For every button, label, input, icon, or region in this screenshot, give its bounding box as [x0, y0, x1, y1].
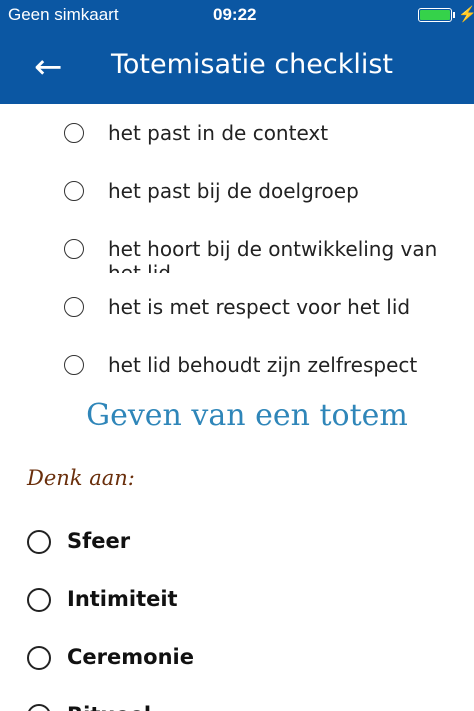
- radio-button[interactable]: [64, 181, 84, 201]
- checklist-item[interactable]: het lid behoudt zijn zelfrespect: [64, 353, 464, 403]
- checklist-item[interactable]: het hoort bij de ontwikkeling van het li…: [64, 237, 464, 273]
- radio-button[interactable]: [64, 355, 84, 375]
- status-bar: Geen simkaart 09:22 ⚡: [0, 0, 474, 30]
- arrow-left-icon: ←: [34, 47, 63, 87]
- battery-tip: [453, 12, 455, 18]
- radio-button[interactable]: [64, 123, 84, 143]
- checklist-item[interactable]: het is met respect voor het lid: [64, 295, 464, 329]
- checklist-content[interactable]: het past in de context het past bij de d…: [0, 104, 474, 711]
- consideration-label: Ritueel: [67, 702, 151, 711]
- carrier-label: Geen simkaart: [8, 5, 119, 24]
- consideration-label: Ceremonie: [67, 645, 194, 669]
- radio-button[interactable]: [27, 530, 51, 554]
- checklist-item-label: het lid behoudt zijn zelfrespect: [108, 353, 418, 377]
- consideration-label: Intimiteit: [67, 587, 178, 611]
- radio-button[interactable]: [27, 704, 51, 711]
- consideration-item[interactable]: Ritueel: [27, 700, 447, 711]
- checklist-item-label: het past in de context: [108, 121, 329, 145]
- page-title: Totemisatie checklist: [111, 49, 394, 80]
- radio-button[interactable]: [27, 646, 51, 670]
- app-header: Geen simkaart 09:22 ⚡ ← Totemisatie chec…: [0, 0, 474, 104]
- section-title: Geven van een totem: [86, 398, 408, 433]
- radio-button[interactable]: [64, 239, 84, 259]
- battery-level: [420, 10, 450, 20]
- checklist-item-label: het hoort bij de ontwikkeling van het li…: [108, 237, 438, 273]
- checklist-item-label: het is met respect voor het lid: [108, 295, 411, 319]
- checklist-item-label: het past bij de doelgroep: [108, 179, 359, 203]
- battery-icon: [418, 8, 452, 22]
- checklist-item[interactable]: het past in de context: [64, 121, 464, 171]
- consideration-item[interactable]: Sfeer: [27, 526, 447, 560]
- clock: 09:22: [213, 5, 257, 24]
- consideration-item[interactable]: Intimiteit: [27, 584, 447, 618]
- consideration-label: Sfeer: [67, 529, 131, 553]
- checklist-item[interactable]: het past bij de doelgroep: [64, 179, 464, 229]
- charging-icon: ⚡: [458, 6, 474, 23]
- section-subtitle: Denk aan:: [27, 466, 135, 490]
- radio-button[interactable]: [27, 588, 51, 612]
- consideration-item[interactable]: Ceremonie: [27, 642, 447, 676]
- back-button[interactable]: ←: [34, 48, 72, 86]
- radio-button[interactable]: [64, 297, 84, 317]
